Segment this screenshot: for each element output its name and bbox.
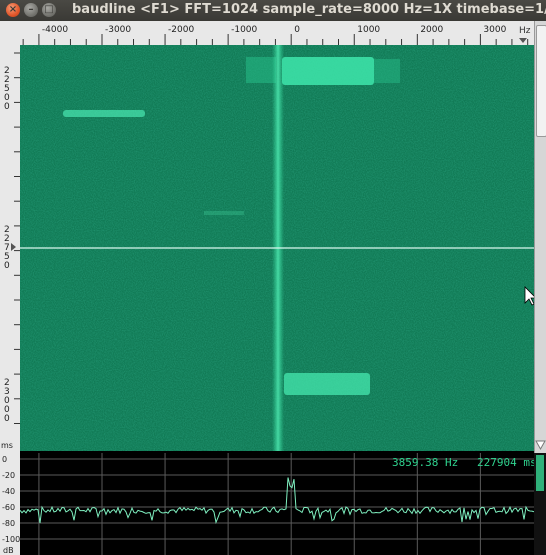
minimize-window-button[interactable]: – <box>24 3 38 17</box>
svg-text:0: 0 <box>4 102 10 112</box>
time-cursor-arrow-icon[interactable] <box>11 243 16 251</box>
signal-burst <box>284 373 370 395</box>
frequency-readout: 3859.38 Hz <box>392 456 459 469</box>
frequency-tick-label: 2000 <box>420 25 443 35</box>
db-ruler[interactable]: 0 -20 -40 -60 -80 -100 dB <box>0 453 20 555</box>
frequency-tick-label: 1000 <box>357 25 380 35</box>
db-tick-label: -40 <box>2 487 15 496</box>
frequency-tick-label: -1000 <box>231 25 257 35</box>
svg-text:0: 0 <box>4 261 10 271</box>
time-label-3: 23000 <box>4 378 10 424</box>
svg-text:0: 0 <box>4 414 10 424</box>
time-label-1: 22500 <box>4 66 10 112</box>
db-tick-label: -60 <box>2 503 15 512</box>
title-bar: × – □ baudline <F1> FFT=1024 sample_rate… <box>0 0 546 21</box>
time-unit-label: ms <box>1 441 13 450</box>
maximize-icon: □ <box>44 4 54 15</box>
level-meter-bar <box>536 455 544 491</box>
minimize-icon: – <box>28 4 34 15</box>
frequency-ruler[interactable]: -4000 -3000 -2000 -1000 0 1000 2000 3000 Hz <box>0 21 534 46</box>
db-unit-label: dB <box>3 546 14 555</box>
close-icon: × <box>8 4 18 15</box>
level-meter <box>534 453 546 555</box>
frequency-tick-label: -2000 <box>168 25 194 35</box>
time-ruler[interactable]: 22500 22750 23000 ms <box>0 45 20 453</box>
scroll-down-arrow-icon[interactable] <box>535 439 546 451</box>
frequency-tick-label: 0 <box>294 25 300 35</box>
spectrum-trace <box>20 477 534 525</box>
time-readout: 227904 ms <box>477 456 537 469</box>
frequency-tick-label: -3000 <box>105 25 131 35</box>
signal-burst <box>246 57 276 83</box>
db-tick-label: -20 <box>2 471 15 480</box>
signal-burst <box>282 57 374 85</box>
window-title: baudline <F1> FFT=1024 sample_rate=8000 … <box>72 2 546 17</box>
spectrum-panel: 0 -20 -40 -60 -80 -100 dB 3859.38 Hz 227904 m… <box>0 453 546 555</box>
frequency-tick-label: 3000 <box>483 25 506 35</box>
scrollbar-thumb[interactable] <box>536 25 546 137</box>
signal-burst <box>374 59 400 83</box>
frequency-tick-label: -4000 <box>42 25 68 35</box>
maximize-window-button[interactable]: □ <box>42 3 56 17</box>
db-tick-label: -100 <box>2 535 20 544</box>
spectrogram-display[interactable] <box>20 45 534 451</box>
vertical-scrollbar[interactable] <box>534 21 546 453</box>
close-window-button[interactable]: × <box>6 3 20 17</box>
signal-burst <box>63 110 145 117</box>
frequency-unit-label: Hz <box>519 26 531 36</box>
time-label-2: 22750 <box>4 225 10 271</box>
db-tick-label: -80 <box>2 519 15 528</box>
frequency-cursor-arrow-icon[interactable] <box>519 38 527 43</box>
db-tick-label: 0 <box>2 455 7 464</box>
signal-burst <box>204 211 244 215</box>
